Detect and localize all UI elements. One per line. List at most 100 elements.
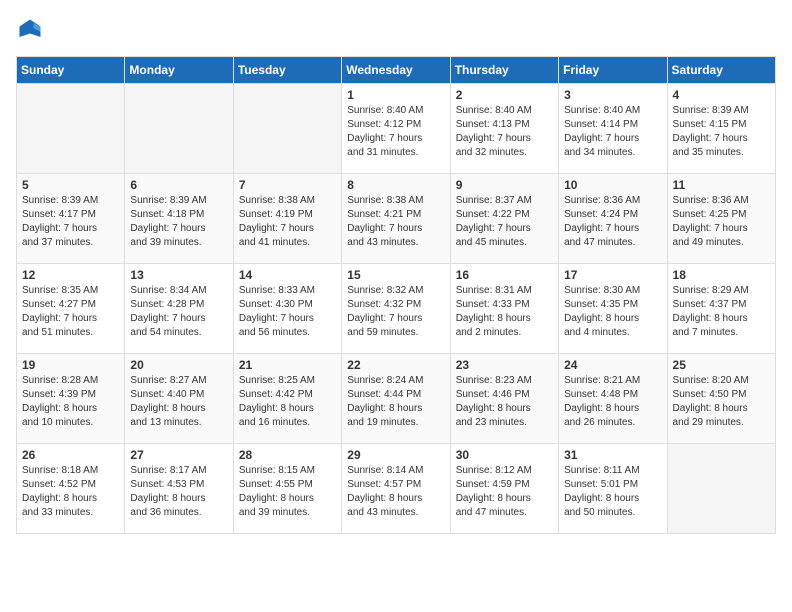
cell-text: and 51 minutes. <box>22 326 119 340</box>
calendar-cell: 12Sunrise: 8:35 AMSunset: 4:27 PMDayligh… <box>17 264 125 354</box>
cell-text: Daylight: 7 hours <box>564 132 661 146</box>
cell-text: Sunset: 4:44 PM <box>347 388 444 402</box>
cell-text: Sunset: 4:39 PM <box>22 388 119 402</box>
cell-text: Sunset: 4:42 PM <box>239 388 336 402</box>
cell-text: Sunset: 4:19 PM <box>239 208 336 222</box>
cell-text: and 31 minutes. <box>347 146 444 160</box>
header-friday: Friday <box>559 57 667 84</box>
cell-text: Sunrise: 8:27 AM <box>130 374 227 388</box>
cell-text: Daylight: 8 hours <box>456 312 553 326</box>
day-number: 21 <box>239 358 336 372</box>
calendar-cell: 20Sunrise: 8:27 AMSunset: 4:40 PMDayligh… <box>125 354 233 444</box>
cell-text: Daylight: 7 hours <box>22 222 119 236</box>
cell-text: and 35 minutes. <box>673 146 770 160</box>
cell-text: Sunrise: 8:21 AM <box>564 374 661 388</box>
header-thursday: Thursday <box>450 57 558 84</box>
day-number: 17 <box>564 268 661 282</box>
cell-text: Sunrise: 8:14 AM <box>347 464 444 478</box>
cell-text: Sunset: 4:40 PM <box>130 388 227 402</box>
cell-text: Sunset: 4:55 PM <box>239 478 336 492</box>
calendar-cell: 3Sunrise: 8:40 AMSunset: 4:14 PMDaylight… <box>559 84 667 174</box>
day-number: 15 <box>347 268 444 282</box>
cell-text: Daylight: 8 hours <box>673 312 770 326</box>
cell-text: Daylight: 8 hours <box>22 492 119 506</box>
cell-text: and 47 minutes. <box>456 506 553 520</box>
cell-text: Sunset: 4:59 PM <box>456 478 553 492</box>
calendar: SundayMondayTuesdayWednesdayThursdayFrid… <box>16 56 776 534</box>
cell-text: and 19 minutes. <box>347 416 444 430</box>
day-number: 30 <box>456 448 553 462</box>
cell-text: Sunset: 4:53 PM <box>130 478 227 492</box>
calendar-cell: 29Sunrise: 8:14 AMSunset: 4:57 PMDayligh… <box>342 444 450 534</box>
calendar-cell <box>233 84 341 174</box>
cell-text: Sunrise: 8:15 AM <box>239 464 336 478</box>
day-number: 10 <box>564 178 661 192</box>
cell-text: Sunset: 4:14 PM <box>564 118 661 132</box>
cell-text: Sunset: 4:33 PM <box>456 298 553 312</box>
calendar-cell: 5Sunrise: 8:39 AMSunset: 4:17 PMDaylight… <box>17 174 125 264</box>
cell-text: Sunset: 4:25 PM <box>673 208 770 222</box>
cell-text: Sunrise: 8:30 AM <box>564 284 661 298</box>
cell-text: Daylight: 8 hours <box>239 402 336 416</box>
day-number: 7 <box>239 178 336 192</box>
cell-text: Sunset: 4:24 PM <box>564 208 661 222</box>
cell-text: Sunrise: 8:11 AM <box>564 464 661 478</box>
cell-text: Sunrise: 8:36 AM <box>564 194 661 208</box>
calendar-cell: 13Sunrise: 8:34 AMSunset: 4:28 PMDayligh… <box>125 264 233 354</box>
cell-text: Sunset: 4:17 PM <box>22 208 119 222</box>
cell-text: Daylight: 7 hours <box>347 222 444 236</box>
header-monday: Monday <box>125 57 233 84</box>
cell-text: Sunrise: 8:39 AM <box>130 194 227 208</box>
day-number: 31 <box>564 448 661 462</box>
calendar-cell: 23Sunrise: 8:23 AMSunset: 4:46 PMDayligh… <box>450 354 558 444</box>
calendar-cell: 27Sunrise: 8:17 AMSunset: 4:53 PMDayligh… <box>125 444 233 534</box>
cell-text: Sunset: 4:22 PM <box>456 208 553 222</box>
cell-text: Sunset: 4:37 PM <box>673 298 770 312</box>
cell-text: and 26 minutes. <box>564 416 661 430</box>
calendar-week-2: 5Sunrise: 8:39 AMSunset: 4:17 PMDaylight… <box>17 174 776 264</box>
day-number: 27 <box>130 448 227 462</box>
calendar-cell: 8Sunrise: 8:38 AMSunset: 4:21 PMDaylight… <box>342 174 450 264</box>
cell-text: Sunset: 4:30 PM <box>239 298 336 312</box>
calendar-cell: 17Sunrise: 8:30 AMSunset: 4:35 PMDayligh… <box>559 264 667 354</box>
calendar-cell: 16Sunrise: 8:31 AMSunset: 4:33 PMDayligh… <box>450 264 558 354</box>
cell-text: and 7 minutes. <box>673 326 770 340</box>
cell-text: Daylight: 7 hours <box>673 222 770 236</box>
calendar-cell: 15Sunrise: 8:32 AMSunset: 4:32 PMDayligh… <box>342 264 450 354</box>
cell-text: Daylight: 7 hours <box>456 132 553 146</box>
cell-text: Daylight: 7 hours <box>130 222 227 236</box>
header-sunday: Sunday <box>17 57 125 84</box>
day-number: 16 <box>456 268 553 282</box>
cell-text: Sunrise: 8:36 AM <box>673 194 770 208</box>
cell-text: and 33 minutes. <box>22 506 119 520</box>
cell-text: and 50 minutes. <box>564 506 661 520</box>
day-number: 4 <box>673 88 770 102</box>
cell-text: Sunrise: 8:25 AM <box>239 374 336 388</box>
cell-text: Daylight: 7 hours <box>130 312 227 326</box>
cell-text: Daylight: 7 hours <box>673 132 770 146</box>
calendar-cell: 22Sunrise: 8:24 AMSunset: 4:44 PMDayligh… <box>342 354 450 444</box>
cell-text: Sunrise: 8:20 AM <box>673 374 770 388</box>
cell-text: Sunset: 4:35 PM <box>564 298 661 312</box>
cell-text: Daylight: 8 hours <box>456 492 553 506</box>
cell-text: and 54 minutes. <box>130 326 227 340</box>
cell-text: and 41 minutes. <box>239 236 336 250</box>
cell-text: Sunrise: 8:39 AM <box>22 194 119 208</box>
cell-text: Daylight: 8 hours <box>456 402 553 416</box>
day-number: 1 <box>347 88 444 102</box>
calendar-cell: 24Sunrise: 8:21 AMSunset: 4:48 PMDayligh… <box>559 354 667 444</box>
page-header <box>16 16 776 44</box>
cell-text: and 23 minutes. <box>456 416 553 430</box>
cell-text: Sunrise: 8:35 AM <box>22 284 119 298</box>
day-number: 24 <box>564 358 661 372</box>
header-wednesday: Wednesday <box>342 57 450 84</box>
logo <box>16 16 48 44</box>
cell-text: Sunset: 4:57 PM <box>347 478 444 492</box>
calendar-cell: 11Sunrise: 8:36 AMSunset: 4:25 PMDayligh… <box>667 174 775 264</box>
day-number: 12 <box>22 268 119 282</box>
cell-text: Daylight: 7 hours <box>347 132 444 146</box>
day-number: 14 <box>239 268 336 282</box>
cell-text: Sunrise: 8:23 AM <box>456 374 553 388</box>
cell-text: Daylight: 7 hours <box>239 312 336 326</box>
cell-text: Sunset: 4:28 PM <box>130 298 227 312</box>
